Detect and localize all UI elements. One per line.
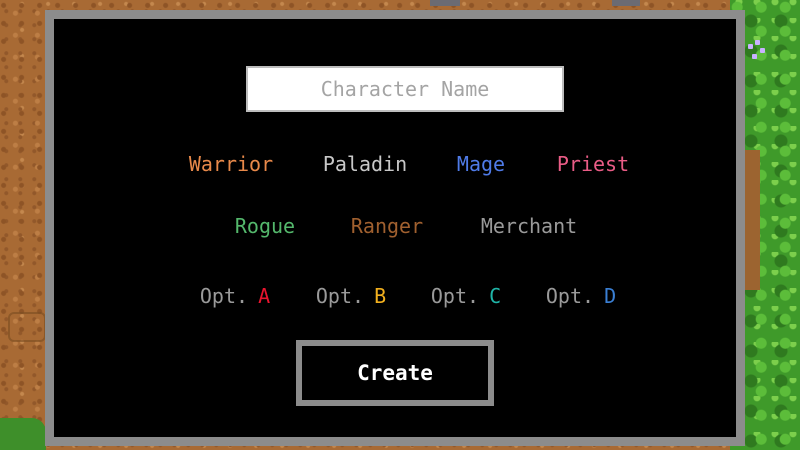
option-letter: D [604,284,617,308]
bush [0,418,46,450]
flower-cluster [748,40,768,64]
class-option-warrior[interactable]: Warrior [189,152,273,176]
option-c[interactable]: Opt. C [431,284,501,308]
create-button[interactable]: Create [296,340,494,406]
option-letter: B [374,284,387,308]
character-name-input[interactable] [246,66,564,112]
option-b[interactable]: Opt. B [316,284,386,308]
class-option-priest[interactable]: Priest [557,152,629,176]
class-option-mage[interactable]: Mage [457,152,505,176]
building-edge [430,0,460,6]
class-option-merchant[interactable]: Merchant [481,214,577,238]
option-letter: C [489,284,502,308]
class-option-rogue[interactable]: Rogue [235,214,295,238]
option-prefix: Opt. [430,284,480,308]
option-letter: A [258,284,271,308]
class-option-paladin[interactable]: Paladin [323,152,407,176]
option-a[interactable]: Opt. A [200,284,270,308]
class-option-ranger[interactable]: Ranger [351,214,423,238]
option-prefix: Opt. [199,284,249,308]
option-d[interactable]: Opt. D [546,284,616,308]
building-edge [612,0,640,6]
stone-marker [8,312,46,342]
option-prefix: Opt. [315,284,365,308]
character-creation-dialog: Warrior Paladin Mage Priest Rogue Ranger… [45,10,745,446]
option-prefix: Opt. [545,284,595,308]
